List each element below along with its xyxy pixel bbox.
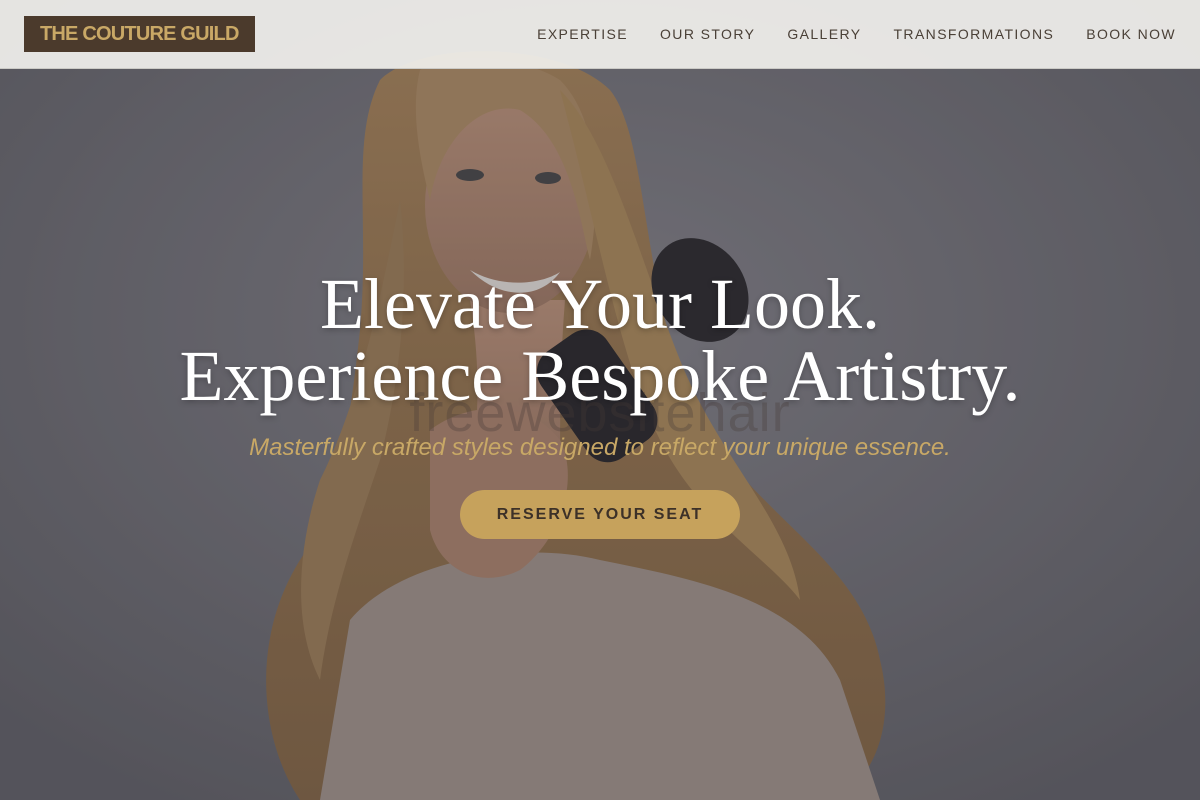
nav-item-gallery[interactable]: GALLERY — [787, 26, 861, 42]
hero-content: Elevate Your Look. Experience Bespoke Ar… — [0, 268, 1200, 539]
main-nav: EXPERTISE OUR STORY GALLERY TRANSFORMATI… — [537, 26, 1176, 42]
hero-title-line-1: Elevate Your Look. — [320, 264, 880, 344]
site-logo[interactable]: THE COUTURE GUILD — [24, 16, 255, 52]
hero-title-line-2: Experience Bespoke Artistry. — [179, 336, 1021, 416]
nav-item-expertise[interactable]: EXPERTISE — [537, 26, 628, 42]
reserve-seat-button[interactable]: RESERVE YOUR SEAT — [460, 490, 740, 539]
nav-item-transformations[interactable]: TRANSFORMATIONS — [893, 26, 1054, 42]
nav-item-book-now[interactable]: BOOK NOW — [1086, 26, 1176, 42]
hero-section: freewebsitehair Elevate Your Look. Exper… — [0, 0, 1200, 800]
nav-item-our-story[interactable]: OUR STORY — [660, 26, 755, 42]
hero-title: Elevate Your Look. Experience Bespoke Ar… — [0, 268, 1200, 412]
top-navbar: THE COUTURE GUILD EXPERTISE OUR STORY GA… — [0, 0, 1200, 69]
hero-subtitle: Masterfully crafted styles designed to r… — [249, 434, 951, 461]
